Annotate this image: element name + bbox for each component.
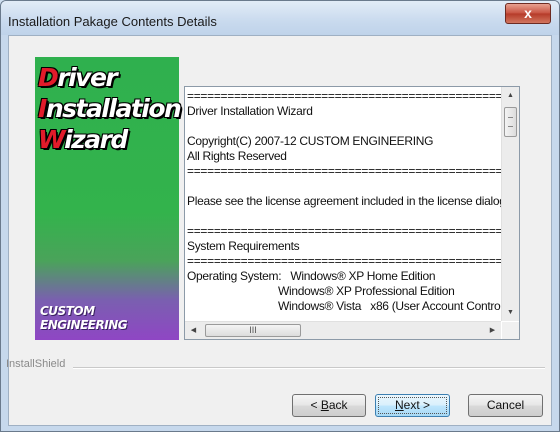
text-line: All Rights Reserved xyxy=(187,149,287,163)
text-line: ========================================… xyxy=(187,254,502,268)
text-line xyxy=(187,119,502,134)
back-button[interactable]: < Back xyxy=(292,394,366,417)
text-line xyxy=(187,179,502,194)
text-line: Please see the license agreement include… xyxy=(187,194,502,208)
text-line: Operating System: Windows® XP Home Editi… xyxy=(187,269,436,283)
text-line: ========================================… xyxy=(187,164,502,178)
scroll-right-arrow-icon[interactable]: ▶ xyxy=(484,322,501,339)
vertical-scrollbar[interactable]: ▲ ▼ xyxy=(501,87,519,321)
text-line: System Requirements xyxy=(187,239,300,253)
scroll-down-arrow-icon[interactable]: ▼ xyxy=(502,304,519,321)
banner-line-wizard: Wizard xyxy=(38,125,128,154)
window-title: Installation Pakage Contents Details xyxy=(8,14,217,29)
title-bar[interactable]: Installation Pakage Contents Details x xyxy=(1,1,559,35)
installer-window: Installation Pakage Contents Details x D… xyxy=(0,0,560,432)
vertical-scroll-thumb[interactable] xyxy=(504,107,517,137)
text-line: ========================================… xyxy=(187,224,502,238)
banner-line-installation: Installation xyxy=(38,94,182,123)
horizontal-scrollbar[interactable]: ◀ III ▶ xyxy=(185,321,501,339)
scroll-up-arrow-icon[interactable]: ▲ xyxy=(502,87,519,104)
contents-details-textbox[interactable]: ========================================… xyxy=(184,86,520,340)
installshield-divider xyxy=(73,367,545,369)
cancel-button[interactable]: Cancel xyxy=(468,394,543,417)
dialog-body: Driver Installation Wizard CUSTOM ENGINE… xyxy=(6,35,552,426)
text-line: ========================================… xyxy=(187,89,502,103)
next-button[interactable]: Next > xyxy=(375,394,450,417)
contents-details-text[interactable]: ========================================… xyxy=(187,89,502,320)
banner-company-name: CUSTOM ENGINEERING xyxy=(40,304,128,332)
text-line: Windows® Vista x86 (User Account Control xyxy=(187,299,502,313)
horizontal-scroll-thumb[interactable]: III xyxy=(205,324,301,337)
text-line: Windows® XP Professional Edition xyxy=(187,284,455,298)
banner-line-driver: Driver xyxy=(38,63,118,92)
wizard-banner-image: Driver Installation Wizard CUSTOM ENGINE… xyxy=(35,57,182,340)
scrollbar-corner xyxy=(502,322,519,339)
text-line xyxy=(187,209,502,224)
close-button[interactable]: x xyxy=(505,3,551,24)
text-line: Copyright(C) 2007-12 CUSTOM ENGINEERING xyxy=(187,134,434,148)
text-line: Driver Installation Wizard xyxy=(187,104,313,118)
installshield-label: InstallShield xyxy=(6,358,66,370)
scroll-left-arrow-icon[interactable]: ◀ xyxy=(185,322,202,339)
